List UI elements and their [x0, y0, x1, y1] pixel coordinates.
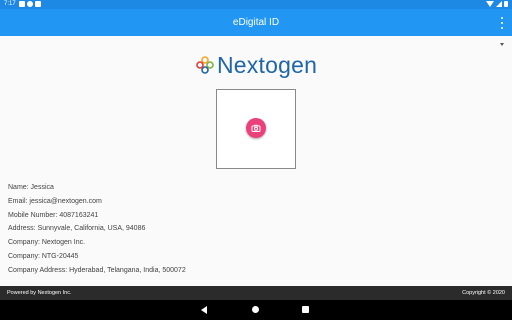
recents-icon[interactable]: [302, 306, 309, 313]
profile-address: Address: Sunnyvale, California, USA, 940…: [8, 225, 146, 233]
wifi-icon: [486, 1, 494, 7]
notification-icon: [19, 1, 25, 7]
system-nav-bar: [0, 300, 512, 320]
app-bar: eDigital ID: [0, 9, 512, 36]
signal-icon: [496, 1, 502, 7]
footer-bar: Powered by Nextogen Inc. Copyright © 202…: [0, 286, 512, 300]
status-time: 7:17: [4, 1, 16, 7]
battery-icon: [504, 1, 508, 7]
home-icon[interactable]: [252, 306, 259, 313]
profile-company: Company: Nextogen Inc.: [8, 239, 86, 247]
profile-email: Email: jessica@nextogen.com: [8, 197, 102, 205]
nextogen-logo-icon: [196, 56, 214, 74]
more-vert-icon[interactable]: [500, 17, 504, 29]
profile-name: Name: Jessica: [8, 184, 54, 191]
profile-company-address: Company Address: Hyderabad, Telangana, I…: [8, 266, 186, 274]
status-indicators: [486, 1, 508, 7]
profile-company-id: Company: NTG-20445: [8, 252, 79, 260]
profile-mobile: Mobile Number: 4087163241: [8, 211, 99, 219]
dropdown-caret-icon[interactable]: [500, 43, 504, 46]
back-icon[interactable]: [201, 306, 207, 314]
footer-powered-by: Powered by Nextogen Inc.: [7, 290, 72, 296]
camera-icon: [251, 124, 261, 132]
logo-text: Nextogen: [217, 51, 318, 78]
app-title: eDigital ID: [232, 17, 280, 28]
notification-icon: [35, 1, 41, 7]
profile-details: Name: Jessica Email: jessica@nextogen.co…: [8, 181, 186, 278]
status-bar: 7:17: [0, 0, 512, 9]
company-logo: Nextogen: [196, 52, 317, 78]
add-photo-button[interactable]: [246, 118, 266, 138]
notification-icons: [19, 1, 41, 7]
notification-icon: [27, 1, 33, 7]
footer-copyright: Copyright © 2020: [462, 290, 505, 296]
